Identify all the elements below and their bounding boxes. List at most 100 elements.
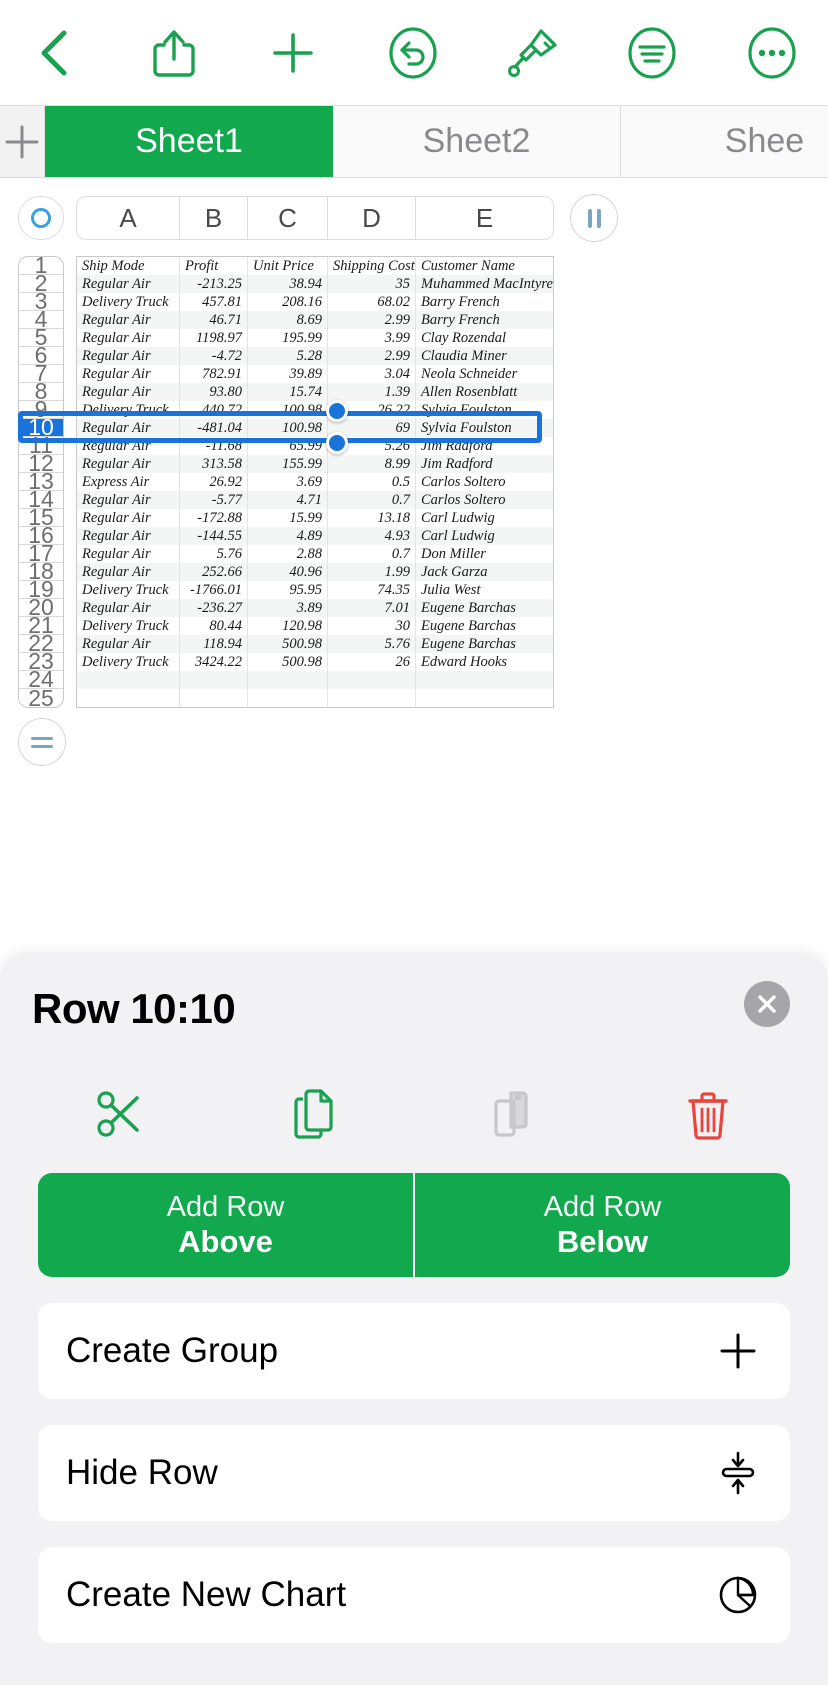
grid-cell[interactable]: 1198.97 [180,329,248,347]
grid-cell[interactable]: 15.99 [248,509,328,527]
grid-cell[interactable]: Regular Air [77,455,180,473]
grid-cell[interactable]: 440.72 [180,401,248,419]
grid-cell[interactable]: 4.89 [248,527,328,545]
selection-handle-top[interactable] [326,400,348,422]
grid-cell[interactable]: Delivery Truck [77,581,180,599]
grid-cell[interactable]: Carl Ludwig [416,527,553,545]
grid-cell[interactable]: Delivery Truck [77,617,180,635]
grid-cell[interactable]: 3.69 [248,473,328,491]
grid-cell[interactable]: Allen Rosenblatt [416,383,553,401]
grid-cell[interactable]: -11.68 [180,437,248,455]
table-row[interactable]: Regular Air-4.725.282.99Claudia Miner [77,347,553,365]
grid-cell[interactable]: -4.72 [180,347,248,365]
grid-cell[interactable]: Regular Air [77,491,180,509]
grid-cell[interactable]: Delivery Truck [77,293,180,311]
grid-cell[interactable]: 40.96 [248,563,328,581]
grid-cell[interactable]: 46.71 [180,311,248,329]
grid-cell[interactable] [180,671,248,689]
grid-cell[interactable]: -1766.01 [180,581,248,599]
add-sheet-button[interactable] [0,106,45,177]
table-row[interactable]: Regular Air-236.273.897.01Eugene Barchas [77,599,553,617]
grid-cell[interactable] [248,689,328,707]
grid-cell[interactable]: 118.94 [180,635,248,653]
table-row[interactable]: Regular Air-11.6865.995.26Jim Radford [77,437,553,455]
grid-cell[interactable]: Barry French [416,311,553,329]
table-row[interactable]: Regular Air-172.8815.9913.18Carl Ludwig [77,509,553,527]
sheet-tab-sheet3[interactable]: Shee [621,106,828,177]
grid-cell[interactable]: Barry French [416,293,553,311]
table-row[interactable]: Regular Air252.6640.961.99Jack Garza [77,563,553,581]
sheet-tab-sheet2[interactable]: Sheet2 [333,106,621,177]
grid-cell[interactable]: 2.88 [248,545,328,563]
grid-cell[interactable]: 100.98 [248,401,328,419]
format-button[interactable] [495,15,571,91]
grid-cell[interactable]: Regular Air [77,311,180,329]
grid-cell[interactable]: Regular Air [77,635,180,653]
grid-cell[interactable]: Eugene Barchas [416,617,553,635]
column-header-d[interactable]: D [328,197,416,239]
back-button[interactable] [16,15,92,91]
grid-cell[interactable]: 1.99 [328,563,416,581]
grid-cell[interactable]: Regular Air [77,599,180,617]
grid-cell[interactable]: -172.88 [180,509,248,527]
grid-cell[interactable]: 782.91 [180,365,248,383]
grid-cell[interactable]: 74.35 [328,581,416,599]
grid-cell[interactable]: Sylvia Foulston [416,419,553,437]
grid-cell[interactable]: 30 [328,617,416,635]
table-row[interactable]: Delivery Truck3424.22500.9826Edward Hook… [77,653,553,671]
table-row[interactable]: Regular Air-213.2538.9435Muhammed MacInt… [77,275,553,293]
grid-cell[interactable]: -5.77 [180,491,248,509]
grid-cell[interactable] [77,689,180,707]
copy-button[interactable] [218,1074,414,1154]
grid-cell[interactable]: 120.98 [248,617,328,635]
freeze-panes-button[interactable] [570,194,618,242]
grid-cell[interactable]: Jack Garza [416,563,553,581]
row-header-25[interactable]: 25 [19,689,63,707]
close-panel-button[interactable] [744,981,790,1027]
grid-cell[interactable]: Regular Air [77,347,180,365]
table-row[interactable]: Express Air26.923.690.5Carlos Soltero [77,473,553,491]
menu-item-hide-row[interactable]: Hide Row [38,1425,790,1521]
grid-cell[interactable]: Sylvia Foulston [416,401,553,419]
table-row[interactable]: Ship ModeProfitUnit PriceShipping CostCu… [77,257,553,275]
grid-cell[interactable]: 8.69 [248,311,328,329]
undo-button[interactable] [375,15,451,91]
table-row[interactable]: Regular Air-481.04100.9869Sylvia Foulsto… [77,419,553,437]
grid-cell[interactable]: Regular Air [77,329,180,347]
delete-button[interactable] [610,1074,806,1154]
grid-cell[interactable] [328,671,416,689]
grid-cell[interactable]: 1.39 [328,383,416,401]
grid-cell[interactable]: 68.02 [328,293,416,311]
grid-cell[interactable]: 5.76 [180,545,248,563]
grid-cell[interactable]: 35 [328,275,416,293]
grid-cell[interactable]: Express Air [77,473,180,491]
grid-cell[interactable]: Carlos Soltero [416,473,553,491]
grid-cell[interactable]: 15.74 [248,383,328,401]
table-row[interactable]: Regular Air5.762.880.7Don Miller [77,545,553,563]
grid-cell[interactable]: 5.28 [248,347,328,365]
table-row[interactable]: Regular Air-5.774.710.7Carlos Soltero [77,491,553,509]
table-row[interactable]: Regular Air118.94500.985.76Eugene Barcha… [77,635,553,653]
more-button[interactable] [734,15,810,91]
insert-button[interactable] [255,15,331,91]
grid-cell[interactable]: 26 [328,653,416,671]
table-row[interactable]: Regular Air1198.97195.993.99Clay Rozenda… [77,329,553,347]
grid-cell[interactable]: Don Miller [416,545,553,563]
table-row[interactable]: Delivery Truck-1766.0195.9574.35Julia We… [77,581,553,599]
table-row[interactable]: Regular Air313.58155.998.99Jim Radford [77,455,553,473]
grid-cell[interactable]: 2.99 [328,311,416,329]
grid-cell[interactable]: 3.99 [328,329,416,347]
grid-cell[interactable]: Carl Ludwig [416,509,553,527]
grid-cell[interactable]: 252.66 [180,563,248,581]
table-row[interactable]: Delivery Truck80.44120.9830Eugene Barcha… [77,617,553,635]
grid-cell[interactable]: Claudia Miner [416,347,553,365]
cut-button[interactable] [22,1074,218,1154]
grid-cell[interactable]: 500.98 [248,635,328,653]
grid-cell[interactable]: 4.93 [328,527,416,545]
add-row-above-button[interactable]: Add Row Above [38,1173,413,1277]
grid-cell[interactable]: 457.81 [180,293,248,311]
grid-cell[interactable]: 8.99 [328,455,416,473]
grid-cell[interactable]: Ship Mode [77,257,180,275]
grid-cell[interactable]: -144.55 [180,527,248,545]
grid-cell[interactable]: 3.04 [328,365,416,383]
